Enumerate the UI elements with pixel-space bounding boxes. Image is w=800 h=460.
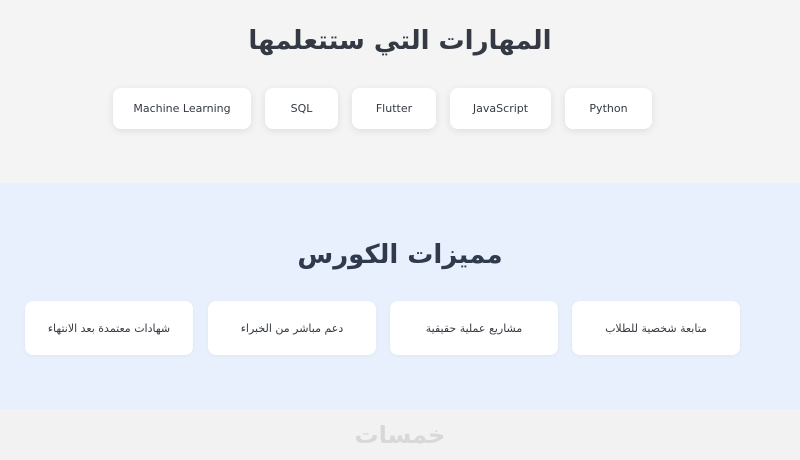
features-section: مميزات الكورس متابعة شخصية للطلاب مشاريع…	[0, 183, 800, 409]
feature-card-certificates: شهادات معتمدة بعد الانتهاء	[25, 301, 193, 355]
watermark-logo: خمسات	[354, 421, 446, 449]
feature-card-expert-support: دعم مباشر من الخبراء	[208, 301, 376, 355]
features-title: مميزات الكورس	[297, 240, 503, 270]
skill-chip-javascript[interactable]: JavaScript	[450, 88, 551, 129]
skill-chip-sql[interactable]: SQL	[265, 88, 338, 129]
feature-card-personal-followup: متابعة شخصية للطلاب	[572, 301, 740, 355]
skills-title: المهارات التي ستتعلمها	[248, 26, 552, 56]
skill-chip-flutter[interactable]: Flutter	[352, 88, 436, 129]
skills-section: المهارات التي ستتعلمها Python JavaScript…	[0, 0, 800, 183]
feature-card-real-projects: مشاريع عملية حقيقية	[390, 301, 558, 355]
skill-chip-python[interactable]: Python	[565, 88, 652, 129]
skill-chip-machine-learning[interactable]: Machine Learning	[113, 88, 251, 129]
footer-strip: خمسات	[0, 409, 800, 460]
